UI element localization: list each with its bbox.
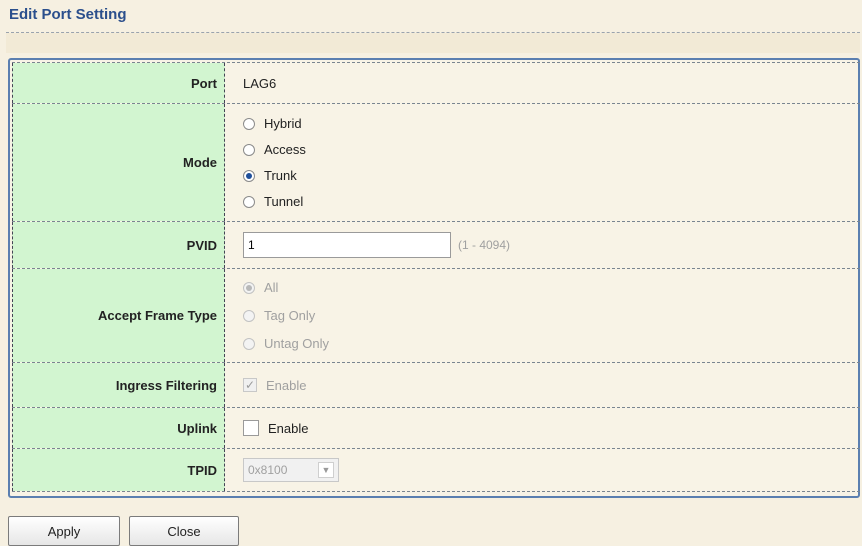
port-value: LAG6 <box>243 75 277 91</box>
row-divider <box>12 491 860 492</box>
mode-option-trunk[interactable]: Trunk <box>243 163 862 189</box>
ingress-filtering-enable-label: Enable <box>266 377 307 393</box>
pvid-label: PVID <box>12 222 225 268</box>
tpid-select: 0x8100 ▼ <box>243 458 339 482</box>
mode-option-access[interactable]: Access <box>243 137 862 163</box>
port-row: Port LAG6 <box>12 63 862 103</box>
radio-hybrid[interactable] <box>243 117 255 130</box>
mode-option-tunnel[interactable]: Tunnel <box>243 189 862 215</box>
radio-all <box>243 281 255 294</box>
pvid-row: PVID (1 - 4094) <box>12 222 862 268</box>
mode-option-label: Trunk <box>264 168 297 183</box>
mode-option-label: Access <box>264 142 306 157</box>
mode-option-label: Tunnel <box>264 194 304 209</box>
mode-option-label: Hybrid <box>264 116 302 131</box>
uplink-checkbox[interactable] <box>243 420 259 436</box>
mode-label: Mode <box>12 104 225 221</box>
frame-type-option-all: All <box>243 274 862 302</box>
tpid-label: TPID <box>12 449 225 491</box>
title-band <box>6 33 860 53</box>
ingress-filtering-checkbox: ✓ <box>243 378 257 392</box>
accept-frame-type-row: Accept Frame Type All Tag Only Untag Onl… <box>12 269 862 362</box>
uplink-row: Uplink Enable <box>12 408 862 448</box>
uplink-label: Uplink <box>12 408 225 448</box>
frame-type-option-label: Untag Only <box>264 336 330 351</box>
apply-button[interactable]: Apply <box>8 516 120 546</box>
uplink-enable-label: Enable <box>268 420 309 436</box>
frame-type-option-label: Tag Only <box>264 308 316 323</box>
radio-trunk[interactable] <box>243 169 255 182</box>
mode-option-hybrid[interactable]: Hybrid <box>243 111 862 137</box>
ingress-filtering-row: Ingress Filtering ✓ Enable <box>12 363 862 407</box>
chevron-down-icon: ▼ <box>318 462 334 478</box>
frame-type-option-tag-only: Tag Only <box>243 302 862 330</box>
radio-tunnel[interactable] <box>243 195 255 208</box>
ingress-filtering-label: Ingress Filtering <box>12 363 225 407</box>
tpid-row: TPID 0x8100 ▼ <box>12 449 862 491</box>
frame-type-option-label: All <box>264 280 279 295</box>
mode-row: Mode Hybrid Access Trunk Tunnel <box>12 104 862 221</box>
radio-untag-only <box>243 337 255 350</box>
tpid-selected-value: 0x8100 <box>248 463 288 477</box>
close-button[interactable]: Close <box>129 516 239 546</box>
port-label: Port <box>12 63 225 103</box>
pvid-range-hint: (1 - 4094) <box>458 238 511 252</box>
pvid-input[interactable] <box>243 232 451 258</box>
accept-frame-type-label: Accept Frame Type <box>12 269 225 362</box>
page-title: Edit Port Setting <box>9 6 127 23</box>
radio-access[interactable] <box>243 143 255 156</box>
frame-type-option-untag-only: Untag Only <box>243 330 862 358</box>
radio-tag-only <box>243 309 255 322</box>
